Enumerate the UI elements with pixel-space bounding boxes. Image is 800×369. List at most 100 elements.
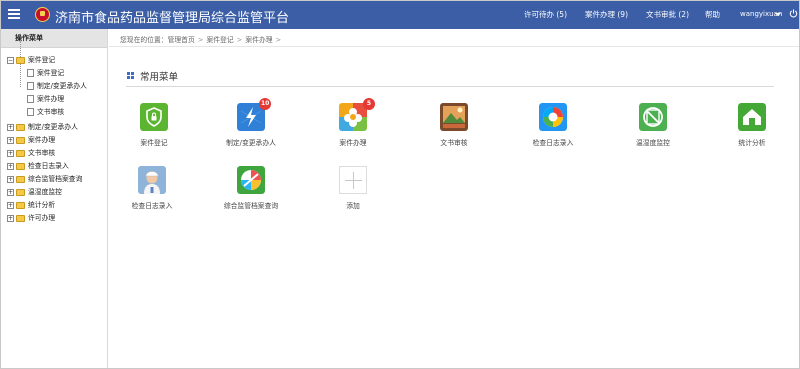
tree-leaf-assign-handler[interactable]: 制定/变更承办人 (27, 80, 87, 92)
tree-node-inspection-log[interactable]: + 检查日志录入 (7, 160, 69, 172)
expand-icon[interactable]: + (7, 214, 14, 222)
expand-icon[interactable]: + (7, 201, 14, 209)
grid-icon (127, 72, 135, 80)
count-badge: 5 (363, 98, 375, 110)
tile-case-register[interactable]: 案件登记 (109, 103, 199, 163)
breadcrumb-separator: > (236, 36, 243, 44)
tree-leaf-label: 制定/变更承办人 (37, 82, 87, 90)
sidebar-heading: 操作菜单 (1, 29, 107, 48)
plus-icon (339, 166, 367, 194)
tile-label: 检查日志录入 (532, 139, 574, 147)
tile-assign-handler[interactable]: 10 制定/变更承办人 (206, 98, 296, 163)
app-title: 济南市食品药品监督管理局综合监管平台 (55, 11, 290, 26)
tile-archive-query[interactable]: 综合监管档案查询 (206, 166, 296, 226)
folder-icon (16, 214, 25, 222)
document-icon (27, 95, 34, 103)
tile-inspection-log-2[interactable]: 检查日志录入 (107, 166, 197, 226)
document-icon (27, 69, 34, 77)
tree-node-label: 温湿度监控 (28, 188, 62, 196)
breadcrumb-prefix: 您现在的位置： (120, 36, 168, 44)
section-title: 常用菜单 (140, 72, 179, 83)
tree-node-label: 文书审核 (28, 149, 56, 157)
inspector-icon (138, 166, 166, 194)
nav-license-todo[interactable]: 许可待办 (5) (524, 9, 567, 20)
shield-icon (140, 103, 168, 131)
tree-node-label: 案件办理 (28, 136, 56, 144)
swirl-icon (539, 103, 567, 131)
home-icon (738, 103, 766, 131)
tile-label: 制定/变更承办人 (226, 139, 276, 147)
expand-icon[interactable]: + (7, 175, 14, 183)
folder-icon (16, 162, 25, 170)
nav-help[interactable]: 帮助 (705, 9, 720, 20)
tile-label: 检查日志录入 (131, 202, 173, 210)
folder-icon (16, 188, 25, 196)
breadcrumb-item-case-handling[interactable]: 案件办理 (245, 36, 272, 44)
nav-case-handling[interactable]: 案件办理 (9) (585, 9, 628, 20)
expand-icon[interactable]: + (7, 188, 14, 196)
tree-node-label: 案件登记 (28, 56, 56, 64)
flower-icon (339, 103, 367, 131)
tree-node-label: 综合监管档案查询 (28, 175, 83, 183)
expand-icon[interactable]: + (7, 149, 14, 157)
tree-node-assign-handler[interactable]: + 制定/变更承办人 (7, 121, 78, 133)
expand-icon[interactable]: + (7, 123, 14, 131)
tree-node-statistics[interactable]: + 统计分析 (7, 199, 55, 211)
tile-inspection-log[interactable]: 检查日志录入 (508, 103, 598, 163)
menu-toggle-icon[interactable] (8, 9, 20, 19)
tree-node-label: 统计分析 (28, 201, 56, 209)
folder-icon (16, 123, 25, 131)
document-icon (27, 108, 34, 116)
breadcrumb-item-case-register[interactable]: 案件登记 (206, 36, 233, 44)
app-window: 济南市食品药品监督管理局综合监管平台 许可待办 (5) 案件办理 (9) 文书审… (0, 0, 800, 369)
top-bar: 济南市食品药品监督管理局综合监管平台 许可待办 (5) 案件办理 (9) 文书审… (1, 1, 799, 29)
tree-leaf-label: 案件登记 (37, 69, 65, 77)
tile-label: 案件登记 (140, 139, 168, 147)
tree-leaf-case-register[interactable]: 案件登记 (27, 67, 64, 79)
tile-add[interactable]: 添加 (308, 166, 398, 226)
picture-icon (440, 103, 468, 131)
tree-node-archive-query[interactable]: + 综合监管档案查询 (7, 173, 82, 185)
tile-label: 综合监管档案查询 (223, 202, 279, 210)
tree-leaf-label: 案件办理 (37, 95, 65, 103)
tree-node-label: 检查日志录入 (28, 162, 69, 170)
tile-temperature-monitor[interactable]: 温湿度监控 (608, 103, 698, 163)
breadcrumb-separator: > (197, 36, 204, 44)
tree-node-document-review[interactable]: + 文书审核 (7, 147, 55, 159)
folder-icon (16, 201, 25, 209)
tree-leaf-label: 文书审核 (37, 108, 65, 116)
divider (126, 86, 774, 87)
tile-statistics[interactable]: 统计分析 (707, 103, 797, 163)
tree-node-license[interactable]: + 许可办理 (7, 212, 55, 224)
tile-label: 文书审核 (440, 139, 468, 147)
tree-leaf-document-review[interactable]: 文书审核 (27, 106, 64, 118)
folder-icon (16, 136, 25, 144)
ball-icon (237, 166, 265, 194)
breadcrumb: 您现在的位置：管理首页 > 案件登记 > 案件办理 > (120, 34, 284, 44)
tree-node-case-handling[interactable]: + 案件办理 (7, 134, 55, 146)
tile-document-review[interactable]: 文书审核 (409, 103, 499, 163)
tile-case-handling[interactable]: 5 案件办理 (308, 98, 398, 163)
chevron-down-icon[interactable] (775, 13, 781, 16)
tree-node-label: 制定/变更承办人 (28, 123, 78, 131)
no-sign-icon (639, 103, 667, 131)
expand-icon[interactable]: + (7, 162, 14, 170)
folder-open-icon (16, 56, 25, 64)
folder-icon (16, 149, 25, 157)
folder-icon (16, 175, 25, 183)
document-icon (27, 82, 34, 90)
tree-node-temperature-monitor[interactable]: + 温湿度监控 (7, 186, 62, 198)
divider (109, 46, 799, 47)
tile-label: 统计分析 (738, 139, 766, 147)
nav-document-approval[interactable]: 文书审批 (2) (646, 9, 689, 20)
emblem-icon (35, 7, 50, 22)
count-badge: 10 (259, 98, 272, 110)
tree-node-case-register[interactable]: − 案件登记 (7, 54, 55, 66)
tree-leaf-case-handling[interactable]: 案件办理 (27, 93, 64, 105)
expand-icon[interactable]: + (7, 136, 14, 144)
tile-label: 案件办理 (339, 139, 367, 147)
breadcrumb-item-home[interactable]: 管理首页 (168, 36, 195, 44)
collapse-icon[interactable]: − (7, 56, 14, 64)
power-icon[interactable] (789, 9, 798, 18)
tile-label: 温湿度监控 (636, 139, 670, 147)
